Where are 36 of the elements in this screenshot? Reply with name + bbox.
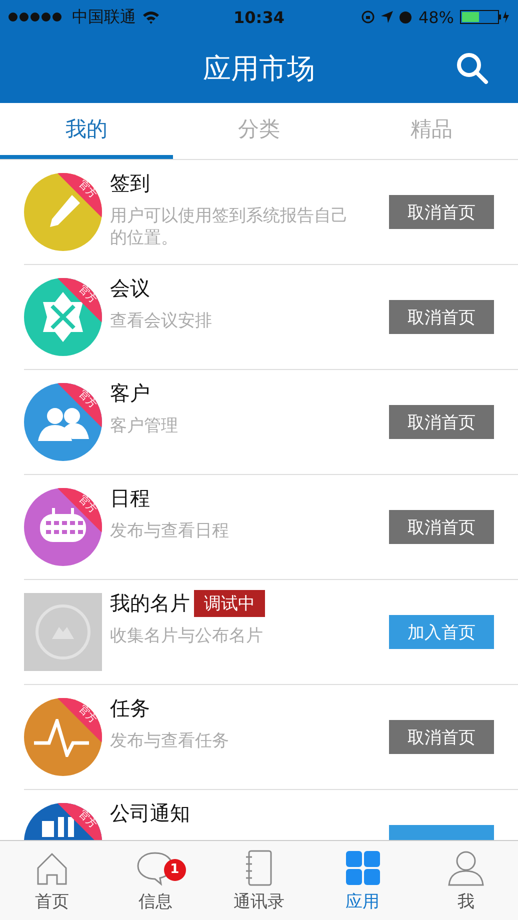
app-title: 任务 — [110, 695, 150, 722]
debug-badge: 调试中 — [194, 590, 265, 617]
app-title: 客户 — [110, 380, 150, 407]
app-icon[interactable]: 官方 — [24, 383, 102, 461]
unread-badge: 1 — [164, 859, 186, 881]
app-title: 日程 — [110, 485, 150, 512]
app-description: 查看会议安排 — [110, 310, 213, 332]
app-icon[interactable]: 官方 — [24, 278, 102, 356]
tab-bar-item[interactable]: 首页 — [0, 841, 104, 920]
remove-home-button[interactable]: 取消首页 — [389, 300, 494, 334]
tab-bar-item[interactable]: 信息 1 — [104, 841, 208, 920]
app-title: 会议 — [110, 275, 150, 302]
tab-bar-item[interactable]: 通讯录 — [207, 841, 311, 920]
tab-bar-item[interactable]: 应用 — [310, 841, 414, 920]
remove-home-button[interactable]: 取消首页 — [389, 510, 494, 544]
app-title: 我的名片 — [110, 590, 190, 617]
app-title: 公司通知 — [110, 800, 190, 827]
app-icon[interactable]: 官方 — [24, 698, 102, 776]
app-icon[interactable]: 官方 — [24, 173, 102, 251]
app-description: 用户可以使用签到系统报告自己的位置。 — [110, 205, 349, 250]
carrier-name: 中国联通 — [72, 6, 136, 28]
app-description: 发布与查看日程 — [110, 520, 230, 542]
remove-home-button[interactable]: 取消首页 — [389, 720, 494, 754]
clock-time: 10:34 — [234, 8, 284, 26]
app-description: 收集名片与公布名片 — [110, 625, 264, 648]
app-description: 发布与查看任务 — [110, 730, 230, 752]
app-icon[interactable]: 官方 — [24, 488, 102, 566]
page-title: 应用市场 — [203, 50, 315, 86]
app-title: 签到 — [110, 170, 150, 197]
battery-percent: 48% — [418, 8, 454, 26]
tab-bar-item[interactable]: 我 — [414, 841, 518, 920]
remove-home-button[interactable]: 取消首页 — [389, 195, 494, 229]
app-description: 客户管理 — [110, 415, 179, 438]
add-home-button[interactable]: 加入首页 — [389, 615, 494, 649]
app-icon[interactable]: 官方 — [24, 803, 102, 840]
remove-home-button[interactable]: 取消首页 — [389, 405, 494, 439]
